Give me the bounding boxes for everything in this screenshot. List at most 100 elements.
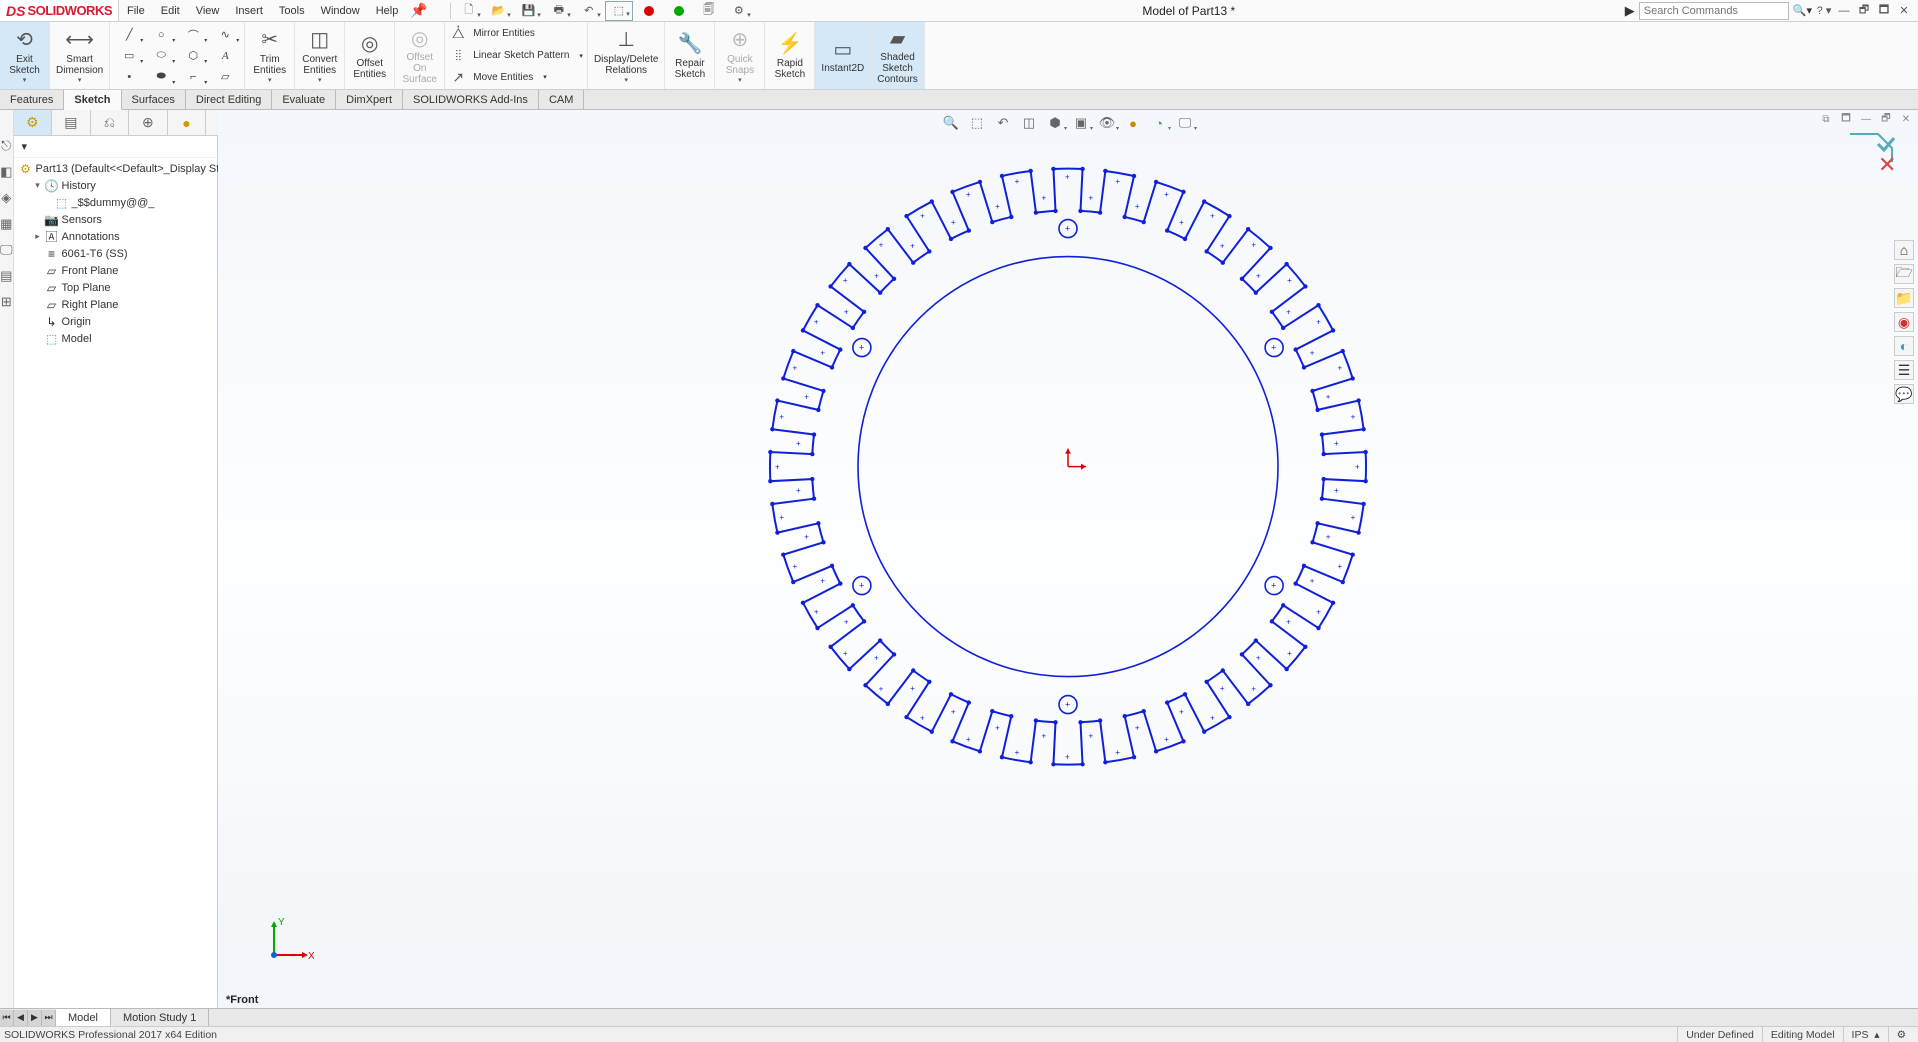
print-button[interactable]: 🖶▾ bbox=[545, 1, 573, 21]
view-settings-icon[interactable]: 🖵▾ bbox=[1174, 114, 1196, 132]
tab-nav-next[interactable]: ▶ bbox=[28, 1010, 42, 1026]
menu-window[interactable]: Window bbox=[313, 0, 368, 21]
taskpane-home-icon[interactable]: ⌂ bbox=[1894, 240, 1914, 260]
tab-sketch[interactable]: Sketch bbox=[64, 90, 121, 110]
tab-nav-last[interactable]: ⏭ bbox=[42, 1010, 56, 1026]
line-tool[interactable]: ╱▾ bbox=[114, 25, 144, 45]
fillet-tool[interactable]: ⌐▾ bbox=[178, 67, 208, 87]
vp-max-icon[interactable]: 🗖 bbox=[1838, 112, 1854, 126]
convert-entities-button[interactable]: ◫ Convert Entities ▾ bbox=[295, 22, 345, 89]
circle-tool[interactable]: ○▾ bbox=[146, 25, 176, 45]
point-tool[interactable]: • bbox=[114, 67, 144, 87]
help-button[interactable]: ? ▾ bbox=[1816, 4, 1832, 18]
tree-history-item[interactable]: ⬚_$$dummy@@_ bbox=[14, 194, 244, 211]
menu-file[interactable]: File bbox=[119, 0, 153, 21]
cancel-icon[interactable]: ✕ bbox=[1878, 152, 1896, 176]
status-custom-icon[interactable]: ⚙ bbox=[1888, 1027, 1914, 1042]
move-entities-button[interactable]: ↗Move Entities▾ bbox=[449, 67, 583, 87]
search-input[interactable] bbox=[1644, 5, 1786, 17]
tree-filter-row[interactable]: ▾ bbox=[14, 136, 244, 158]
vp-link-icon[interactable]: ⧉ bbox=[1818, 112, 1834, 126]
slot-tool[interactable]: ⬭▾ bbox=[146, 46, 176, 66]
section-view-icon[interactable]: ◫ bbox=[1018, 114, 1040, 132]
menu-tools[interactable]: Tools bbox=[271, 0, 313, 21]
taskpane-properties-icon[interactable]: ☰ bbox=[1894, 360, 1914, 380]
strip-icon-1[interactable]: ⎋ bbox=[1, 138, 11, 154]
tree-tab-feature[interactable]: ⚙ bbox=[14, 110, 53, 135]
options-button[interactable]: 🗐 bbox=[695, 1, 723, 21]
hide-show-icon[interactable]: 👁▾ bbox=[1096, 114, 1118, 132]
search-icon[interactable]: 🔍▾ bbox=[1793, 4, 1812, 17]
previous-view-icon[interactable]: ↶ bbox=[992, 114, 1014, 132]
tab-nav-prev[interactable]: ◀ bbox=[14, 1010, 28, 1026]
tree-tab-display[interactable]: ● bbox=[168, 110, 207, 135]
exit-sketch-button[interactable]: ⟲ Exit Sketch ▾ bbox=[0, 22, 50, 89]
taskpane-appearance-icon[interactable]: ◐ bbox=[1894, 336, 1914, 356]
rectangle-tool[interactable]: ▭▾ bbox=[114, 46, 144, 66]
view-orientation-icon[interactable]: ⬢▾ bbox=[1044, 114, 1066, 132]
save-button[interactable]: 💾▾ bbox=[515, 1, 543, 21]
select-button[interactable]: ⬚▾ bbox=[605, 1, 633, 21]
taskpane-library-icon[interactable]: 🗁 bbox=[1894, 264, 1914, 284]
menu-help[interactable]: Help bbox=[368, 0, 407, 21]
tree-tab-dimxpert[interactable]: ⊕ bbox=[129, 110, 168, 135]
pin-icon[interactable]: 📌 bbox=[410, 2, 427, 19]
strip-icon-3[interactable]: ◈ bbox=[1, 190, 11, 206]
tree-annotations[interactable]: ▸🄰Annotations bbox=[14, 228, 244, 245]
tree-model[interactable]: ⬚Model bbox=[14, 330, 244, 347]
strip-icon-6[interactable]: ▤ bbox=[0, 268, 12, 284]
linear-pattern-button[interactable]: ⦙⦙Linear Sketch Pattern▾ bbox=[449, 46, 583, 66]
tree-tab-property[interactable]: ▤ bbox=[52, 110, 91, 135]
settings-button[interactable]: ⚙▾ bbox=[725, 1, 753, 21]
spline-tool[interactable]: ∿▾ bbox=[210, 25, 240, 45]
text-tool[interactable]: A bbox=[210, 46, 240, 66]
open-button[interactable]: 📂▾ bbox=[485, 1, 513, 21]
vp-min-icon[interactable]: — bbox=[1858, 112, 1874, 126]
apply-scene-icon[interactable]: ◔▾ bbox=[1148, 114, 1170, 132]
strip-icon-2[interactable]: ◧ bbox=[0, 164, 12, 180]
vp-restore-icon[interactable]: 🗗 bbox=[1878, 112, 1894, 126]
taskpane-viewpalette-icon[interactable]: ◉ bbox=[1894, 312, 1914, 332]
restore-button[interactable]: 🗗 bbox=[1856, 4, 1872, 18]
graphics-viewport[interactable]: 🔍 ⬚ ↶ ◫ ⬢▾ ▣▾ 👁▾ ● ◔▾ 🖵▾ ⧉ 🗖 — 🗗 ✕ ✕ bbox=[218, 110, 1918, 1008]
tab-direct-editing[interactable]: Direct Editing bbox=[186, 90, 272, 109]
tree-history[interactable]: ▾🕓History bbox=[14, 177, 244, 194]
offset-entities-button[interactable]: ◎ Offset Entities bbox=[345, 22, 395, 89]
search-run-icon[interactable]: ▶ bbox=[1625, 3, 1635, 19]
search-commands[interactable] bbox=[1639, 2, 1789, 20]
arc-tool[interactable]: ⌒▾ bbox=[178, 25, 208, 45]
tree-origin[interactable]: ↳Origin bbox=[14, 313, 244, 330]
display-relations-button[interactable]: ⊥ Display/Delete Relations ▾ bbox=[588, 22, 665, 89]
rapid-sketch-button[interactable]: ⚡ Rapid Sketch bbox=[765, 22, 815, 89]
tab-addins[interactable]: SOLIDWORKS Add-Ins bbox=[403, 90, 539, 109]
polygon-tool[interactable]: ⬡▾ bbox=[178, 46, 208, 66]
close-button[interactable]: ✕ bbox=[1896, 4, 1912, 18]
tab-dimxpert[interactable]: DimXpert bbox=[336, 90, 403, 109]
taskpane-forum-icon[interactable]: 💬 bbox=[1894, 384, 1914, 404]
menu-insert[interactable]: Insert bbox=[227, 0, 271, 21]
vp-close-icon[interactable]: ✕ bbox=[1898, 112, 1914, 126]
tab-features[interactable]: Features bbox=[0, 90, 64, 109]
smart-dimension-button[interactable]: ⟷ Smart Dimension ▾ bbox=[50, 22, 110, 89]
tree-root[interactable]: ⚙Part13 (Default<<Default>_Display State… bbox=[14, 160, 244, 177]
tab-cam[interactable]: CAM bbox=[539, 90, 584, 109]
tree-top-plane[interactable]: ▱Top Plane bbox=[14, 279, 244, 296]
tree-front-plane[interactable]: ▱Front Plane bbox=[14, 262, 244, 279]
new-button[interactable]: 🗋▾ bbox=[455, 1, 483, 21]
undo-button[interactable]: ↶▾ bbox=[575, 1, 603, 21]
zoom-fit-icon[interactable]: 🔍 bbox=[940, 114, 962, 132]
edit-appearance-icon[interactable]: ● bbox=[1122, 114, 1144, 132]
trim-entities-button[interactable]: ✂ Trim Entities ▾ bbox=[245, 22, 295, 89]
strip-icon-5[interactable]: 🖵 bbox=[0, 242, 13, 258]
minimize-button[interactable]: — bbox=[1836, 4, 1852, 18]
plane-tool[interactable]: ▱ bbox=[210, 67, 240, 87]
strip-icon-7[interactable]: ⊞ bbox=[1, 294, 12, 310]
tab-surfaces[interactable]: Surfaces bbox=[122, 90, 186, 109]
rebuild-button[interactable] bbox=[635, 1, 663, 21]
tree-tab-config[interactable]: ⎌ bbox=[91, 110, 130, 135]
tree-sensors[interactable]: 📷Sensors bbox=[14, 211, 244, 228]
mirror-entities-button[interactable]: ⧊Mirror Entities bbox=[449, 24, 583, 44]
rebuild-all-button[interactable] bbox=[665, 1, 693, 21]
tab-evaluate[interactable]: Evaluate bbox=[272, 90, 336, 109]
ellipse-tool[interactable]: ⬬▾ bbox=[146, 67, 176, 87]
